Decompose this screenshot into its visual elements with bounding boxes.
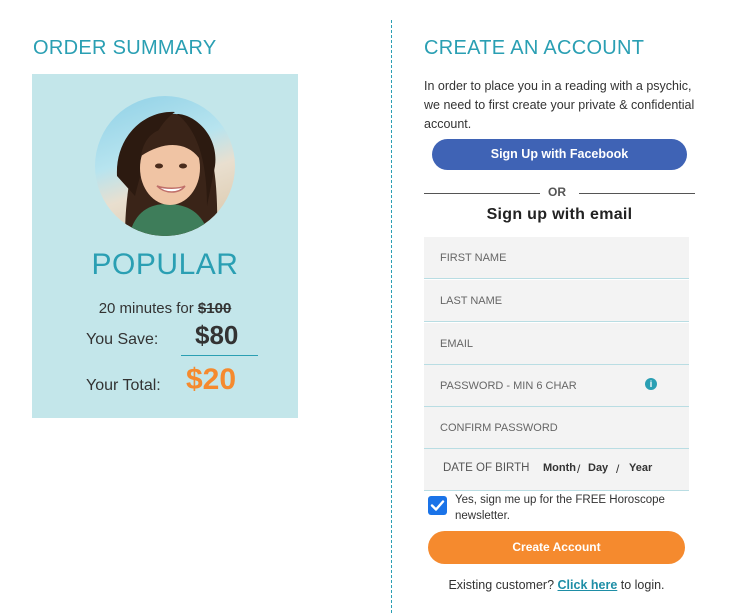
create-account-heading: CREATE AN ACCOUNT xyxy=(424,37,645,59)
confirm-password-field xyxy=(424,407,689,449)
last-name-field xyxy=(424,280,689,322)
save-label: You Save: xyxy=(86,331,159,348)
dob-year-select[interactable]: Year xyxy=(629,462,652,474)
dob-separator: / xyxy=(616,462,620,476)
or-divider-left xyxy=(424,193,540,194)
dob-month-select[interactable]: Month xyxy=(543,462,576,474)
column-divider xyxy=(391,20,392,613)
email-signup-heading: Sign up with email xyxy=(486,206,633,223)
checkmark-icon xyxy=(430,500,445,511)
existing-customer-line: Existing customer? Click here to login. xyxy=(424,578,689,592)
newsletter-checkbox[interactable] xyxy=(428,496,447,515)
or-label: OR xyxy=(548,185,566,199)
email-input[interactable] xyxy=(424,323,640,364)
minutes-text: 20 minutes for xyxy=(98,300,198,317)
minutes-line: 20 minutes for $100 xyxy=(32,300,298,317)
dob-separator: / xyxy=(577,462,581,476)
existing-suffix: to login. xyxy=(617,578,665,592)
confirm-password-input[interactable] xyxy=(424,407,640,448)
total-amount: $20 xyxy=(186,363,237,396)
tier-label: POPULAR xyxy=(91,248,239,281)
create-account-button[interactable]: Create Account xyxy=(428,531,685,564)
original-price: $100 xyxy=(197,300,232,317)
newsletter-label: Yes, sign me up for the FREE Horoscope n… xyxy=(455,494,665,522)
order-summary-card: POPULAR 20 minutes for $100 You Save: $8… xyxy=(32,74,298,418)
password-field: i xyxy=(424,365,689,407)
first-name-field xyxy=(424,237,689,279)
last-name-input[interactable] xyxy=(424,280,640,321)
login-link[interactable]: Click here xyxy=(558,578,618,592)
password-input[interactable] xyxy=(424,365,640,406)
dob-label: DATE OF BIRTH xyxy=(443,462,530,474)
save-divider xyxy=(181,355,258,356)
existing-prefix: Existing customer? xyxy=(448,578,558,592)
email-field xyxy=(424,323,689,365)
facebook-signup-button[interactable]: Sign Up with Facebook xyxy=(432,139,687,170)
total-label: Your Total: xyxy=(86,377,161,394)
first-name-input[interactable] xyxy=(424,237,640,278)
intro-text: In order to place you in a reading with … xyxy=(424,79,695,131)
order-summary-heading: ORDER SUMMARY xyxy=(33,37,217,59)
save-amount: $80 xyxy=(195,320,239,350)
date-of-birth-field: DATE OF BIRTH Month / Day / Year xyxy=(424,449,689,491)
dob-day-select[interactable]: Day xyxy=(588,462,608,474)
or-divider-right xyxy=(579,193,695,194)
info-icon[interactable]: i xyxy=(645,378,657,390)
psychic-avatar xyxy=(95,96,235,236)
